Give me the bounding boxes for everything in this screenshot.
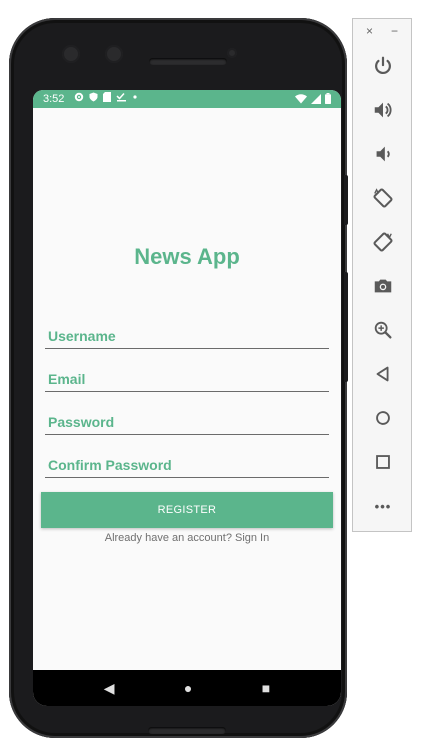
status-system-icons bbox=[295, 93, 331, 107]
panel-window-controls: × − bbox=[353, 24, 413, 40]
power-icon[interactable] bbox=[353, 51, 413, 81]
rotate-left-icon[interactable] bbox=[353, 183, 413, 213]
back-icon[interactable] bbox=[353, 359, 413, 389]
front-camera-right bbox=[105, 45, 123, 63]
username-input[interactable] bbox=[45, 326, 332, 346]
nav-home-button[interactable]: ● bbox=[184, 680, 192, 696]
minimize-icon[interactable]: − bbox=[391, 24, 398, 38]
dot-icon bbox=[132, 92, 138, 107]
email-input[interactable] bbox=[45, 369, 332, 389]
navigation-bar: ◀ ● ■ bbox=[33, 670, 341, 706]
nav-back-button[interactable]: ◀ bbox=[104, 680, 115, 697]
sd-card-icon bbox=[103, 92, 111, 107]
register-button[interactable]: REGISTER bbox=[41, 492, 333, 528]
signal-icon bbox=[311, 93, 321, 107]
home-icon[interactable] bbox=[353, 403, 413, 433]
app-title: News App bbox=[134, 244, 240, 269]
volume-down-icon[interactable] bbox=[353, 139, 413, 169]
confirm-password-input[interactable] bbox=[45, 455, 332, 475]
shield-icon bbox=[89, 92, 98, 107]
close-icon[interactable]: × bbox=[366, 24, 373, 38]
email-field[interactable] bbox=[45, 369, 332, 392]
username-field[interactable] bbox=[45, 326, 332, 349]
password-input[interactable] bbox=[45, 412, 332, 432]
camera-icon[interactable] bbox=[353, 271, 413, 301]
battery-icon bbox=[325, 93, 331, 107]
power-side-button bbox=[344, 175, 348, 225]
status-notification-icons bbox=[74, 92, 138, 107]
sign-in-link[interactable]: Already have an account? Sign In bbox=[33, 532, 341, 544]
nav-recents-button[interactable]: ■ bbox=[262, 680, 270, 696]
more-icon[interactable]: ••• bbox=[353, 491, 413, 521]
volume-up-icon[interactable] bbox=[353, 95, 413, 125]
status-time: 3:52 bbox=[43, 93, 65, 105]
top-speaker bbox=[149, 58, 227, 65]
password-field[interactable] bbox=[45, 412, 332, 435]
zoom-icon[interactable] bbox=[353, 315, 413, 345]
wifi-icon bbox=[295, 93, 307, 107]
status-bar: 3:52 bbox=[33, 90, 341, 108]
checklist-icon bbox=[116, 92, 127, 107]
front-camera-left bbox=[62, 45, 80, 63]
volume-side-button bbox=[344, 272, 348, 382]
device-screen: 3:52 News App Username Email REGISTER Al… bbox=[33, 90, 341, 706]
confirm-password-field[interactable] bbox=[45, 455, 332, 478]
gear-icon bbox=[74, 92, 84, 107]
phone-frame: 3:52 News App Username Email REGISTER Al… bbox=[9, 18, 347, 738]
emulator-control-panel: × − ••• bbox=[352, 18, 412, 532]
proximity-sensor bbox=[227, 48, 237, 58]
rotate-right-icon[interactable] bbox=[353, 227, 413, 257]
bottom-speaker bbox=[148, 727, 226, 734]
overview-icon[interactable] bbox=[353, 447, 413, 477]
